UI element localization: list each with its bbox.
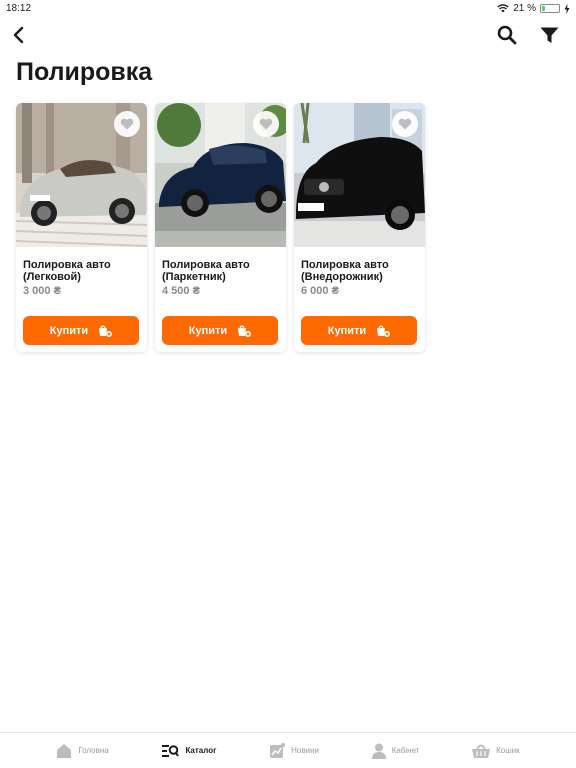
filter-icon xyxy=(540,27,558,43)
charging-icon xyxy=(564,3,570,14)
buy-button-label: Купити xyxy=(327,324,367,337)
chevron-left-icon xyxy=(13,26,24,44)
tab-catalog[interactable]: Каталог xyxy=(161,744,216,758)
add-to-cart-icon xyxy=(238,324,252,337)
top-bar xyxy=(0,20,576,50)
back-button[interactable] xyxy=(6,22,32,48)
buy-button-label: Купити xyxy=(188,324,228,337)
favorite-button[interactable] xyxy=(114,111,140,137)
tab-label: Новини xyxy=(291,746,319,755)
product-card[interactable]: Полировка авто (Внедорожник) 6 000 ₴ Куп… xyxy=(294,103,425,352)
product-image xyxy=(16,103,147,247)
search-icon xyxy=(497,25,517,45)
buy-button-label: Купити xyxy=(49,324,89,337)
bottom-tab-bar: Головна Каталог Новини Кабінет Кошик xyxy=(0,732,576,768)
product-image xyxy=(155,103,286,247)
status-bar: 18:12 21 % xyxy=(0,0,576,18)
tab-label: Кабінет xyxy=(391,746,420,755)
product-grid: Полировка авто (Легковой) 3 000 ₴ Купити xyxy=(16,103,425,352)
catalog-icon xyxy=(162,744,180,757)
tab-label: Кошик xyxy=(496,746,520,755)
heart-icon xyxy=(259,118,273,130)
basket-icon xyxy=(472,744,491,758)
add-to-cart-icon xyxy=(99,324,113,337)
favorite-button[interactable] xyxy=(392,111,418,137)
buy-button[interactable]: Купити xyxy=(23,316,139,345)
battery-fill xyxy=(542,6,545,11)
home-icon xyxy=(57,743,72,758)
search-button[interactable] xyxy=(494,22,520,48)
tab-news[interactable]: Новини xyxy=(269,742,319,759)
tab-cabinet[interactable]: Кабінет xyxy=(371,743,420,759)
news-icon xyxy=(270,742,286,758)
product-card[interactable]: Полировка авто (Паркетник) 4 500 ₴ Купит… xyxy=(155,103,286,352)
heart-icon xyxy=(120,118,134,130)
buy-button[interactable]: Купити xyxy=(162,316,278,345)
product-name: Полировка авто (Легковой) xyxy=(23,259,111,283)
status-time: 18:12 xyxy=(6,3,32,14)
product-price: 3 000 ₴ xyxy=(23,285,61,297)
product-image xyxy=(294,103,425,247)
add-to-cart-icon xyxy=(377,324,391,337)
user-icon xyxy=(371,743,386,759)
status-indicators: 21 % xyxy=(497,3,570,14)
tab-basket[interactable]: Кошик xyxy=(472,743,520,759)
buy-button[interactable]: Купити xyxy=(301,316,417,345)
tab-label: Каталог xyxy=(185,746,217,755)
battery-icon xyxy=(540,4,560,13)
favorite-button[interactable] xyxy=(253,111,279,137)
battery-percent: 21 % xyxy=(513,3,536,14)
product-name: Полировка авто (Внедорожник) xyxy=(301,259,389,283)
product-price: 4 500 ₴ xyxy=(162,285,200,297)
wifi-icon xyxy=(497,4,509,13)
heart-icon xyxy=(398,118,412,130)
tab-label: Головна xyxy=(78,746,109,755)
product-price: 6 000 ₴ xyxy=(301,285,339,297)
product-name: Полировка авто (Паркетник) xyxy=(162,259,250,283)
filter-button[interactable] xyxy=(536,22,562,48)
tab-home[interactable]: Головна xyxy=(56,743,109,759)
page-title: Полировка xyxy=(16,58,153,86)
product-card[interactable]: Полировка авто (Легковой) 3 000 ₴ Купити xyxy=(16,103,147,352)
